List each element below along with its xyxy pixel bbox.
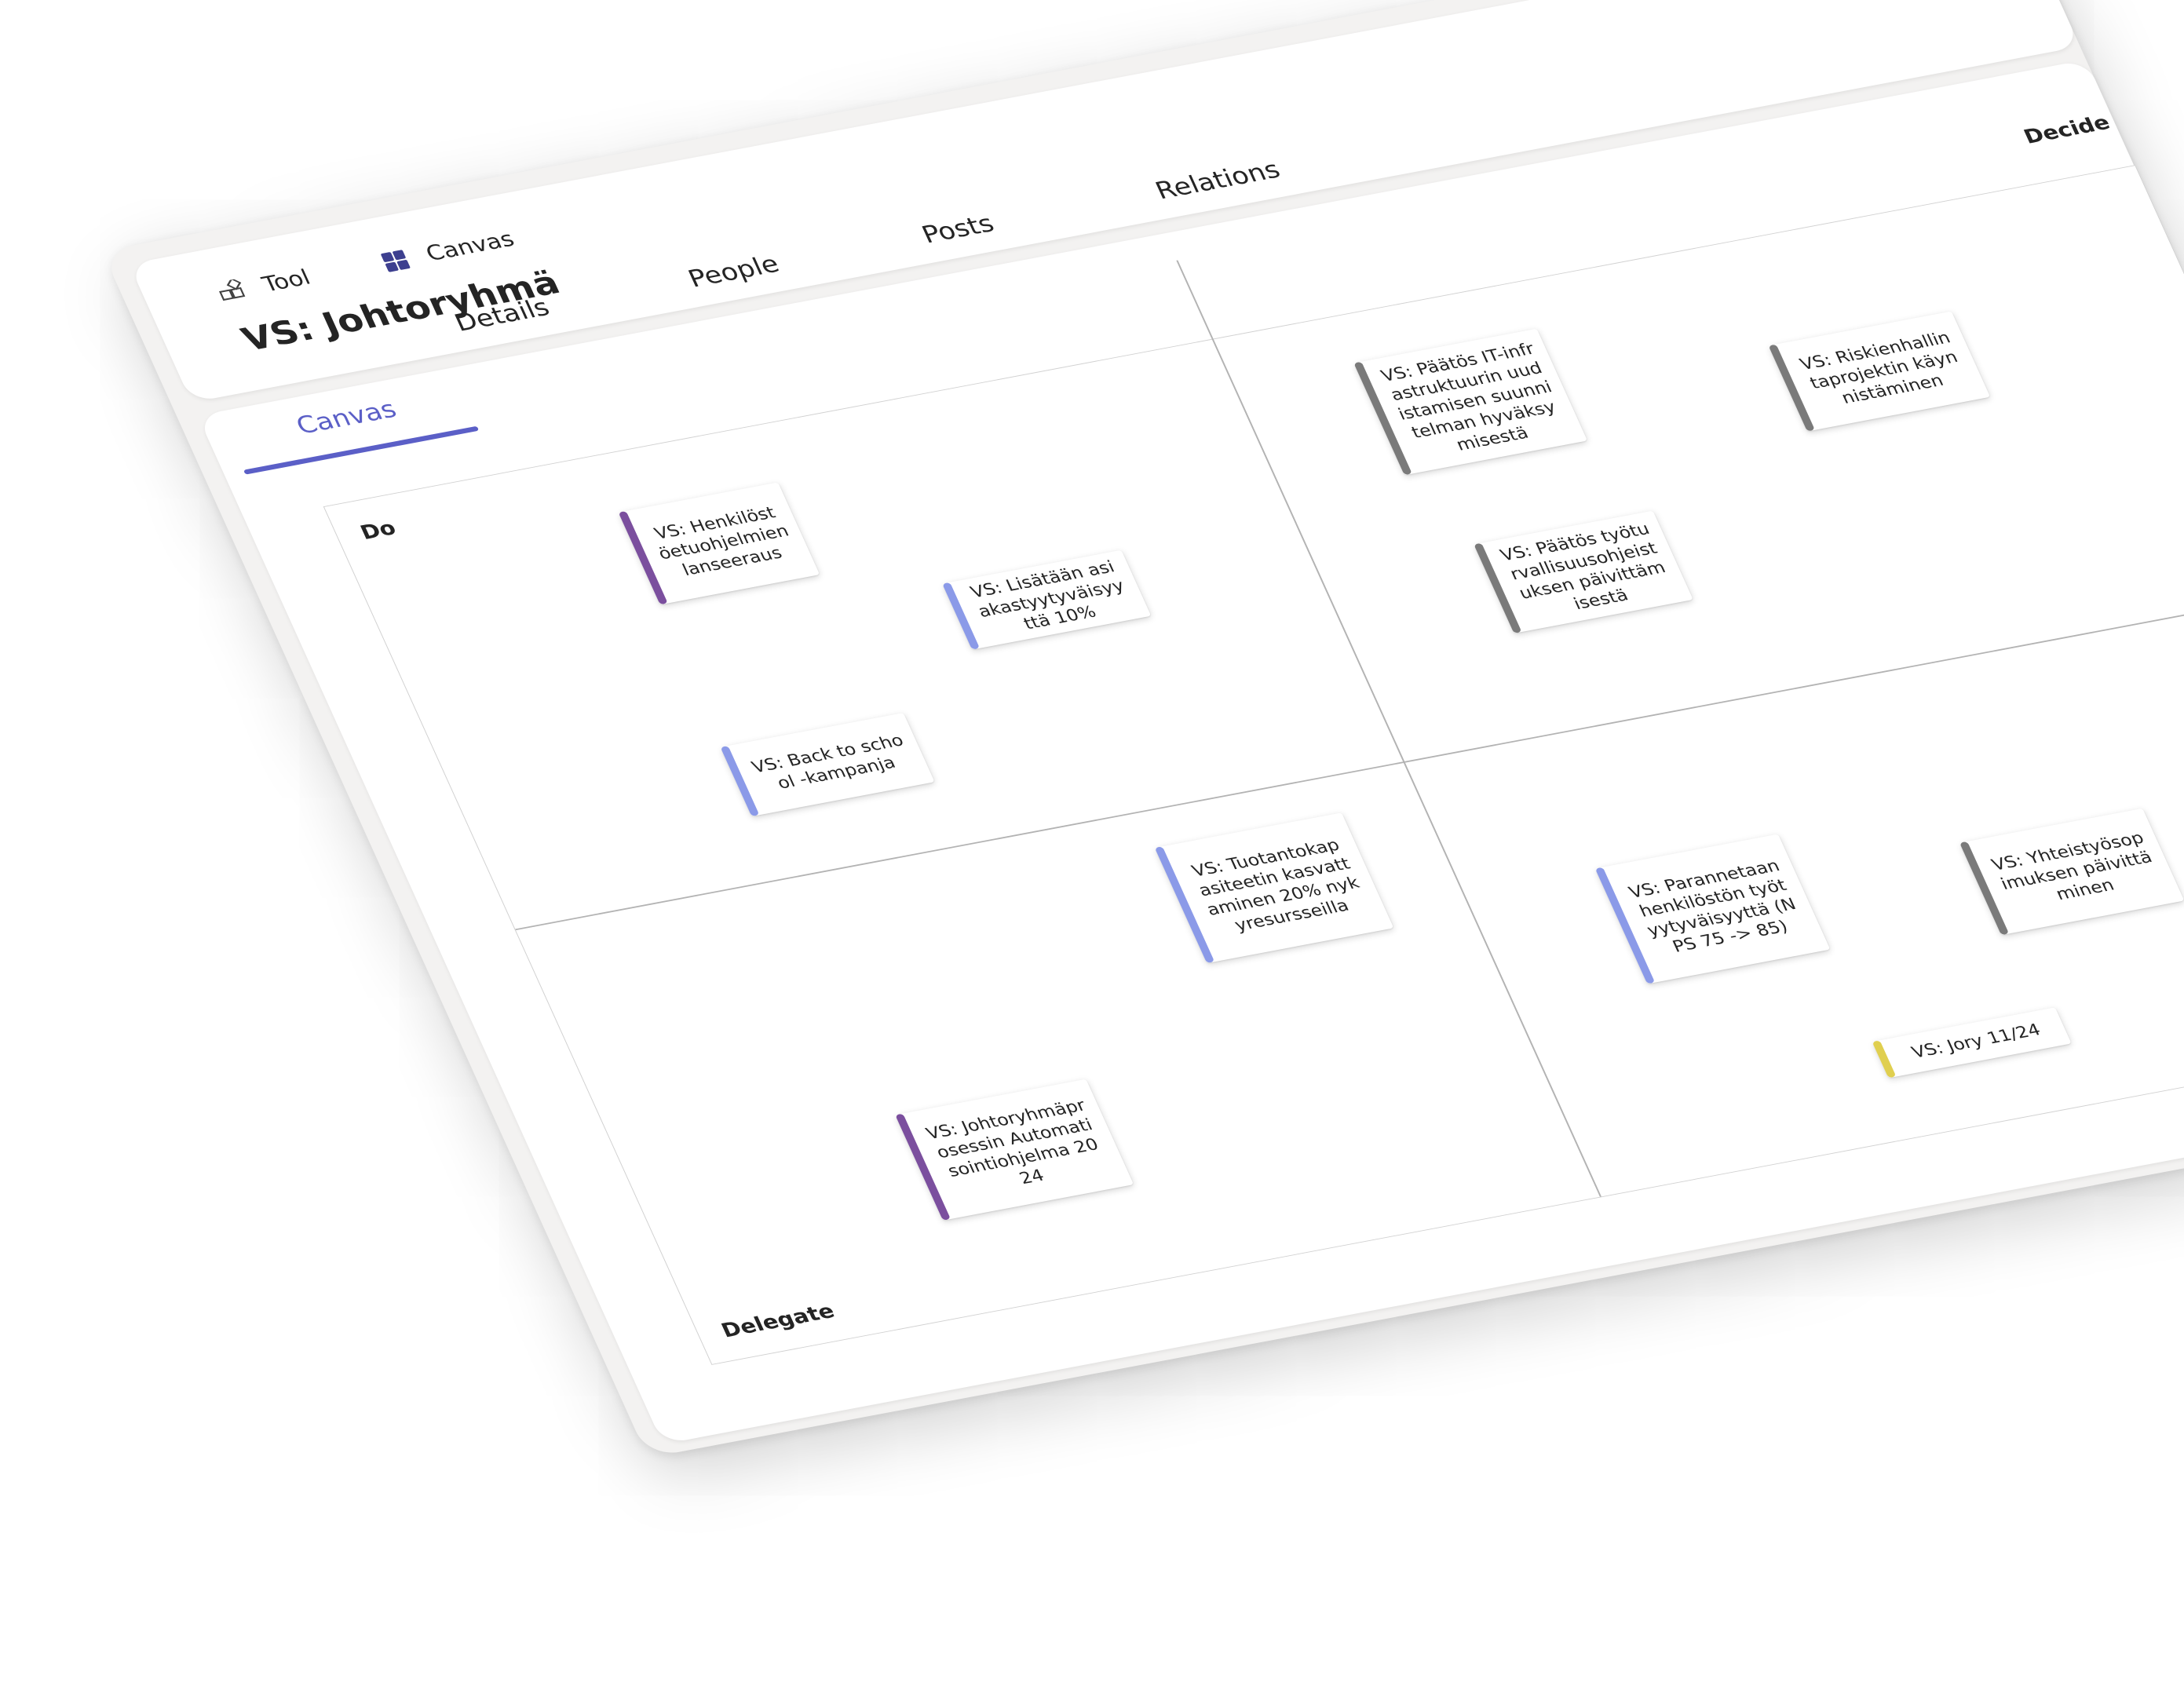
breadcrumb-tool[interactable]: Tool xyxy=(214,265,315,305)
card[interactable]: VS: Päätös työturvallisuusohjeistuksen p… xyxy=(1474,510,1693,633)
card-title: VS: Päätös työturvallisuusohjeistuksen p… xyxy=(1497,520,1669,613)
screenshot-stage: Tool Canvas VS: Johtoryhmä Details Peopl… xyxy=(0,0,2184,1701)
card[interactable]: VS: Parannetaan henkilöstön työtyytyväis… xyxy=(1594,834,1831,984)
app-window: Tool Canvas VS: Johtoryhmä Details Peopl… xyxy=(102,0,2184,1458)
tab-canvas-label: Canvas xyxy=(291,395,401,440)
breadcrumb-canvas-label: Canvas xyxy=(422,227,519,267)
tool-icon xyxy=(214,277,250,305)
card[interactable]: VS: Jory 11/24 xyxy=(1872,1007,2072,1079)
canvas-icon xyxy=(377,247,414,275)
card[interactable]: VS: Riskienhallintaprojektin käynnistämi… xyxy=(1768,311,1991,432)
quadrant-label-do: Do xyxy=(356,516,400,545)
card[interactable]: VS: Tuotantokapasiteetin kasvattaminen 2… xyxy=(1154,812,1394,964)
card[interactable]: VS: Johtoryhmäprosessin Automatisointioh… xyxy=(895,1079,1134,1221)
card-title: VS: Back to school -kampanja xyxy=(749,731,907,793)
priority-matrix: Do Decide Delegate VS: Henkilöstöetuohje… xyxy=(323,111,2184,1365)
card[interactable]: VS: Back to school -kampanja xyxy=(720,712,935,817)
breadcrumb-tool-label: Tool xyxy=(258,265,315,297)
card[interactable]: VS: Henkilöstöetuohjelmien lanseeraus xyxy=(618,482,820,605)
breadcrumb-canvas[interactable]: Canvas xyxy=(377,227,518,275)
card[interactable]: VS: Yhteistyösopimuksen päivittäminen xyxy=(1959,808,2184,936)
card-title: VS: Riskienhallintaprojektin käynnistämi… xyxy=(1797,328,1961,407)
card-title: VS: Lisätään asiakastyytyväisyyttä 10% xyxy=(967,557,1127,633)
quadrant-label-decide: Decide xyxy=(2020,111,2114,148)
quadrant-label-delegate: Delegate xyxy=(718,1299,838,1342)
card-title: VS: Yhteistyösopimuksen päivittäminen xyxy=(1989,828,2156,904)
card-title: VS: Jory 11/24 xyxy=(1908,1020,2044,1062)
card[interactable]: VS: Päätös IT-infrastruktuurin uudistami… xyxy=(1353,328,1588,476)
card[interactable]: VS: Lisätään asiakastyytyväisyyttä 10% xyxy=(942,549,1152,650)
